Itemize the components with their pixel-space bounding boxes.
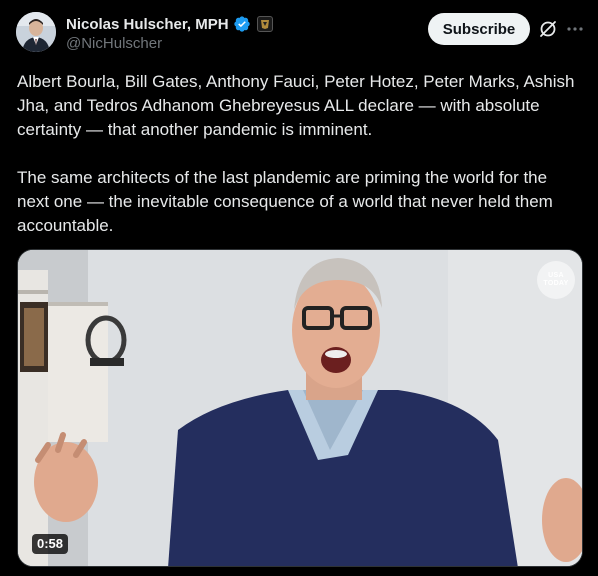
usa-today-watermark: USA TODAY (537, 261, 575, 299)
subscribe-button[interactable]: Subscribe (428, 13, 530, 45)
grok-slash-icon[interactable] (538, 19, 558, 39)
video-duration-badge: 0:58 (32, 534, 69, 554)
verified-badge-icon (233, 16, 250, 32)
post-card: Nicolas Hulscher, MPH @NicHulscher Subsc… (0, 0, 598, 576)
post-text: Albert Bourla, Bill Gates, Anthony Fauci… (17, 70, 582, 238)
watermark-line-1: USA (548, 272, 564, 279)
affiliation-badge-icon[interactable] (256, 16, 273, 32)
watermark-line-2: TODAY (543, 280, 569, 287)
author-handle[interactable]: @NicHulscher (66, 35, 162, 52)
avatar[interactable] (16, 12, 56, 52)
video-player[interactable]: USA TODAY 0:58 (17, 249, 583, 567)
ellipsis-icon[interactable] (566, 19, 584, 39)
post-paragraph-1: Albert Bourla, Bill Gates, Anthony Fauci… (17, 72, 575, 139)
video-thumbnail (18, 250, 582, 566)
author-display-name[interactable]: Nicolas Hulscher, MPH (66, 16, 229, 33)
author-name-row[interactable]: Nicolas Hulscher, MPH (66, 14, 273, 34)
post-paragraph-2: The same architects of the last plandemi… (17, 168, 553, 235)
